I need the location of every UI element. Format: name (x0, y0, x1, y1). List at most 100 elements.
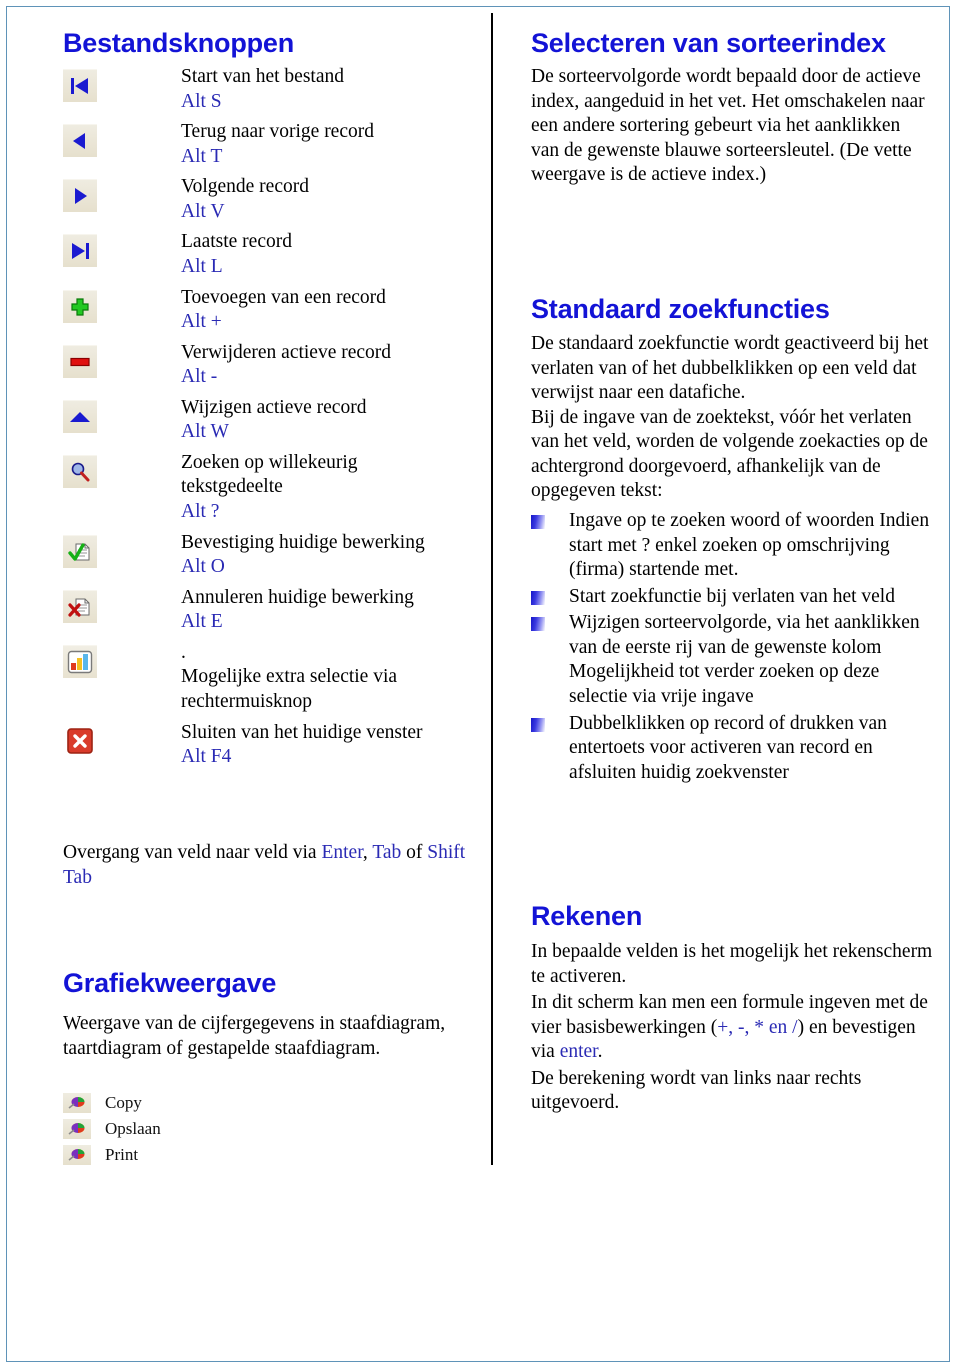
zoekfuncties-paragraph-1: De standaard zoekfunctie wordt geactivee… (531, 333, 929, 404)
column-divider (491, 13, 493, 1165)
confirm-icon[interactable] (63, 534, 97, 568)
search-icon[interactable] (63, 454, 97, 488)
page-title: Bestandsknoppen (63, 28, 295, 58)
list-item[interactable]: Sluiten van het huidige venster Alt F4 (63, 721, 483, 770)
text-cell: Annuleren huidige bewerking Alt E (181, 586, 483, 635)
icon-cell (63, 230, 181, 268)
list-item[interactable]: Opslaan (63, 1116, 161, 1142)
list-item[interactable]: Print (63, 1142, 161, 1168)
list-item[interactable]: . Mogelijke extra selectie via rechtermu… (63, 641, 483, 715)
text-cell: Terug naar vorige record Alt T (181, 120, 483, 169)
next-record-icon[interactable] (63, 179, 97, 213)
button-label: Toevoegen van een record (181, 286, 386, 308)
grafiek-body: Weergave van de cijfergegevens in staafd… (63, 1013, 446, 1059)
add-record-icon[interactable] (63, 289, 97, 323)
bullet-text: Ingave op te zoeken woord of woorden Ind… (569, 510, 930, 581)
list-item[interactable]: Zoeken op willekeurig tekstgedeelte Alt … (63, 451, 483, 525)
list-item: Dubbelklikken op record of drukken van e… (531, 712, 937, 786)
icon-cell (63, 286, 181, 323)
list-item[interactable]: Start van het bestand Alt S (63, 65, 483, 114)
icon-cell (63, 65, 181, 102)
action-label: Print (105, 1145, 139, 1164)
overgang-prefix: Overgang van veld naar veld via (63, 842, 322, 863)
rekenen-body: In bepaalde velden is het mogelijk het r… (531, 940, 941, 1118)
rekenen-paragraph-2: In dit scherm kan men een formule ingeve… (531, 991, 941, 1065)
button-shortcut: Alt T (181, 145, 223, 167)
button-shortcut: Alt F4 (181, 746, 232, 768)
bullet-square-icon (531, 717, 545, 732)
bullet-text: Wijzigen sorteervolgorde, via het aankli… (569, 612, 920, 707)
list-item[interactable]: Annuleren huidige bewerking Alt E (63, 586, 483, 635)
button-label: Bevestiging huidige bewerking (181, 531, 425, 553)
button-label: Volgende record (181, 176, 309, 198)
palette-icon[interactable] (63, 1119, 91, 1139)
icon-cell (63, 531, 181, 568)
action-label: Copy (105, 1093, 142, 1112)
icon-cell (63, 586, 181, 623)
list-item[interactable]: Wijzigen actieve record Alt W (63, 396, 483, 445)
button-label: Sluiten van het huidige venster (181, 721, 423, 743)
previous-record-icon[interactable] (63, 124, 97, 158)
bullet-square-icon (531, 515, 545, 529)
icon-cell (63, 175, 181, 213)
key-enter: Enter (321, 842, 363, 863)
action-label: Opslaan (105, 1119, 161, 1138)
key-enter: enter (559, 1041, 598, 1063)
rekenen-heading: Rekenen (531, 901, 643, 931)
bullet-square-icon (531, 617, 545, 632)
list-item[interactable]: Laatste record Alt L (63, 230, 483, 279)
icon-cell (63, 721, 181, 757)
text-cell: Sluiten van het huidige venster Alt F4 (181, 721, 483, 770)
right-column: Selecteren van sorteerindex De sorteervo… (507, 7, 947, 1361)
palette-icon[interactable] (63, 1093, 91, 1113)
sorteerindex-heading: Selecteren van sorteerindex (531, 28, 886, 58)
icon-cell (63, 341, 181, 378)
edit-record-icon[interactable] (63, 399, 97, 433)
button-shortcut: Alt V (181, 200, 225, 222)
list-item[interactable]: Verwijderen actieve record Alt - (63, 341, 483, 390)
last-record-icon[interactable] (63, 234, 97, 268)
button-label: Wijzigen actieve record (181, 396, 367, 418)
bullet-text: Dubbelklikken op record of drukken van e… (569, 712, 887, 783)
text-cell: Bevestiging huidige bewerking Alt O (181, 531, 483, 580)
text-cell: Zoeken op willekeurig tekstgedeelte Alt … (181, 451, 483, 525)
rekenen-operators: +, -, * en / (717, 1016, 798, 1038)
text-cell: Laatste record Alt L (181, 230, 483, 279)
list-item[interactable]: Copy (63, 1090, 161, 1116)
button-label: . (181, 641, 186, 663)
button-shortcut: Alt E (181, 611, 223, 633)
list-item: Start zoekfunctie bij verlaten van het v… (531, 585, 937, 610)
cancel-icon[interactable] (63, 589, 97, 623)
icon-cell (63, 451, 181, 488)
icon-cell (63, 396, 181, 433)
list-item[interactable]: Volgende record Alt V (63, 175, 483, 224)
text-cell: Volgende record Alt V (181, 175, 483, 224)
first-record-icon[interactable] (63, 69, 97, 102)
zoekfuncties-paragraph-2: Bij de ingave van de zoektekst, vóór het… (531, 406, 928, 502)
list-item: Ingave op te zoeken woord of woorden Ind… (531, 509, 937, 583)
palette-icon[interactable] (63, 1145, 91, 1165)
button-shortcut: Alt L (181, 255, 223, 277)
delete-record-icon[interactable] (63, 344, 97, 378)
text-cell: Verwijderen actieve record Alt - (181, 341, 483, 390)
button-label-2: Mogelijke extra selectie via (181, 666, 398, 688)
button-label-3: rechtermuisknop (181, 690, 313, 712)
close-window-icon[interactable] (63, 725, 97, 757)
bullet-square-icon (531, 590, 545, 605)
list-item[interactable]: Toevoegen van een record Alt + (63, 286, 483, 335)
icon-cell (63, 641, 181, 678)
text-cell: Wijzigen actieve record Alt W (181, 396, 483, 445)
button-shortcut: Alt S (181, 90, 222, 112)
chart-icon[interactable] (63, 644, 97, 678)
button-label: Annuleren huidige bewerking (181, 586, 414, 608)
button-label: Terug naar vorige record (181, 121, 374, 143)
list-item[interactable]: Bevestiging huidige bewerking Alt O (63, 531, 483, 580)
overgang-sep: , (362, 842, 373, 863)
button-shortcut: Alt ? (181, 501, 220, 522)
bullet-text: Start zoekfunctie bij verlaten van het v… (569, 585, 895, 607)
list-item: Wijzigen sorteervolgorde, via het aankli… (531, 611, 937, 709)
list-item[interactable]: Terug naar vorige record Alt T (63, 120, 483, 169)
grafiek-actions-list: Copy Opslaan Print (63, 1090, 161, 1168)
rekenen-paragraph-1: In bepaalde velden is het mogelijk het r… (531, 941, 933, 987)
button-label: Laatste record (181, 231, 292, 253)
